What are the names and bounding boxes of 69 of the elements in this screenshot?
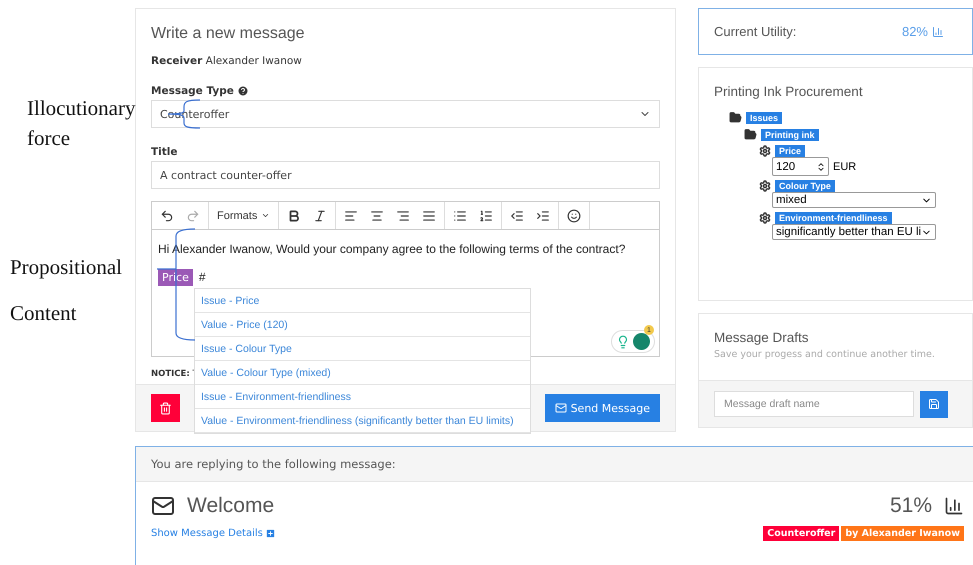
utility-value: 51% [890,494,932,518]
send-button[interactable]: Send Message [544,394,660,422]
select-field[interactable]: significantly better than EU li [772,224,936,240]
title-field[interactable]: A contract counter-offer [151,161,660,189]
suggestion-item[interactable]: Issue - Price [195,289,530,313]
utility-label: Current Utility: [714,24,796,39]
bullet-list-icon [453,208,468,222]
grammar-checker-icon[interactable] [633,333,650,350]
gear-icon [759,212,771,224]
align-left-icon [344,208,358,222]
emoji-icon [567,208,582,222]
plus-icon [264,528,276,539]
suggestion-item[interactable]: Value - Environment-friendliness (significantly better than EU limits) [195,409,530,433]
chart-icon[interactable] [944,496,964,516]
gear-icon [759,145,771,157]
formats-dropdown[interactable]: Formats [213,204,274,228]
suggestion-item[interactable]: Issue - Colour Type [195,337,530,361]
typed-text: # [198,270,206,284]
message-subject: Welcome [187,494,274,518]
hint-text: Save your progess and continue another time. [714,349,936,360]
align-right-icon [396,208,410,222]
form-title: Write a new message [151,25,306,43]
reply-header: You are replying to the following message: [151,457,396,471]
number-field[interactable]: 120 [772,157,829,176]
delete-button[interactable] [151,394,180,422]
undo-icon [160,208,174,222]
card-title: Message Drafts [714,330,810,345]
suggestion-item[interactable]: Value - Price (120) [195,313,530,337]
envelope-icon [554,402,567,414]
select-field[interactable]: mixed [772,192,936,208]
save-button[interactable] [920,390,948,418]
details-link[interactable]: Show Message Details [151,528,276,539]
caret-icon [261,211,270,220]
bulb-icon[interactable] [616,334,630,348]
italic-icon [313,208,328,222]
tree-label[interactable]: Colour Type [775,180,835,192]
bold-icon [287,208,302,222]
tag: by Alexander Iwanow [841,526,964,541]
draft-name-field[interactable]: Message draft name [714,391,914,417]
folder-icon [729,111,742,124]
redo-icon [186,208,200,222]
mail-icon [151,494,175,518]
card-title: Printing Ink Procurement [714,84,864,99]
utility-value: 82% [902,24,928,39]
field-label: Message Type [151,85,234,97]
annotation-label: Illocutionary force [27,95,136,152]
receiver-text: Receiver Alexander Iwanow [151,55,303,67]
help-icon[interactable] [236,85,249,97]
align-justify-icon [422,208,436,222]
indent-icon [536,208,550,222]
tree-label[interactable]: Environment-friendliness [775,212,892,224]
annotation-label: Content [10,300,76,327]
suggestion-item[interactable]: Value - Colour Type (mixed) [195,361,530,385]
outdent-icon [510,208,524,222]
tag: Counteroffer [763,526,840,541]
gear-icon [759,180,771,192]
save-icon [928,398,940,410]
spinner-icon[interactable] [816,162,826,172]
tree-label[interactable]: Price [775,145,806,157]
numbered-list-icon [479,208,494,222]
unit-label: EUR [833,160,856,172]
folder-icon [744,128,757,141]
align-center-icon [370,208,384,222]
tree-label[interactable]: Issues [746,112,782,124]
annotation-label: Propositional [10,254,122,281]
field-label: Title [151,146,178,158]
suggestion-item[interactable]: Issue - Environment-friendliness [195,385,530,409]
trash-icon [159,402,172,414]
tree-label[interactable]: Printing ink [761,128,818,140]
